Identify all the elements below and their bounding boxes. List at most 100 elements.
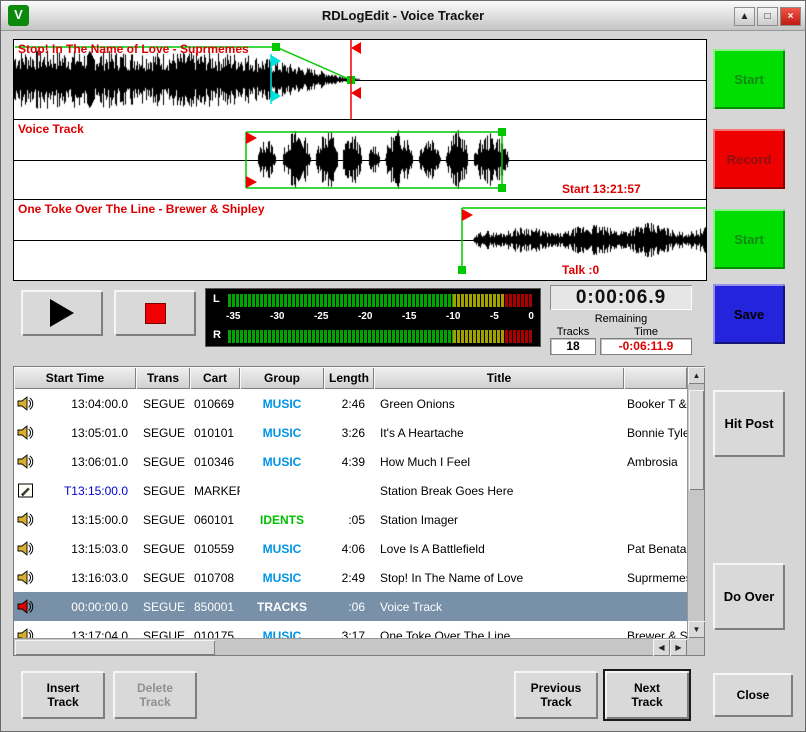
cell-start-time: 13:06:01.0 <box>14 453 136 470</box>
log-table-header: Start Time Trans Cart Group Length Title <box>14 367 687 389</box>
shade-window-icon[interactable]: ▲ <box>734 7 755 26</box>
play-button[interactable] <box>21 290 103 336</box>
insert-track-button[interactable]: Insert Track <box>21 671 105 719</box>
header-group[interactable]: Group <box>240 367 324 389</box>
cell-trans: SEGUE <box>136 571 190 585</box>
header-cart[interactable]: Cart <box>190 367 240 389</box>
scroll-left-icon[interactable]: ◀ <box>653 639 670 656</box>
meter-scale-label: -20 <box>358 311 372 322</box>
time-remaining-value: -0:06:11.9 <box>600 338 692 355</box>
vertical-scroll-thumb[interactable] <box>689 390 704 490</box>
meter-left-label: L <box>213 293 220 305</box>
cell-length: 3:26 <box>324 426 374 440</box>
cell-cart: 010101 <box>190 426 240 440</box>
track-panel-voice[interactable]: Voice Track Start 13:21:57 <box>14 120 706 200</box>
cell-length: :05 <box>324 513 374 527</box>
cell-trans: SEGUE <box>136 484 190 498</box>
header-trans[interactable]: Trans <box>136 367 190 389</box>
previous-track-button[interactable]: Previous Track <box>514 671 598 719</box>
marker-icon <box>17 482 34 499</box>
cell-artist: Booker T & <box>624 397 687 411</box>
cell-group: MUSIC <box>240 571 324 585</box>
save-button[interactable]: Save <box>713 284 785 344</box>
remaining-label: Remaining <box>550 313 692 325</box>
do-over-button[interactable]: Do Over <box>713 563 785 630</box>
log-table: Start Time Trans Cart Group Length Title… <box>13 366 705 656</box>
speaker-icon <box>17 569 34 586</box>
table-row[interactable]: 13:04:00.0SEGUE010669MUSIC2:46Green Onio… <box>14 389 687 418</box>
tracks-remaining-value: 18 <box>550 338 596 355</box>
scroll-up-icon[interactable]: ▲ <box>688 367 705 384</box>
cell-cart: 010669 <box>190 397 240 411</box>
cell-artist: Suprmemes <box>624 571 687 585</box>
cell-cart: 060101 <box>190 513 240 527</box>
speaker-icon <box>17 540 34 557</box>
speaker-icon <box>17 511 34 528</box>
cell-title: How Much I Feel <box>374 455 624 469</box>
meter-scale-label: -25 <box>314 311 328 322</box>
header-artist[interactable] <box>624 367 687 389</box>
cell-group: MUSIC <box>240 542 324 556</box>
stop-icon <box>145 303 166 324</box>
cell-trans: SEGUE <box>136 397 190 411</box>
start-incoming-button[interactable]: Start <box>713 209 785 269</box>
titlebar: V RDLogEdit - Voice Tracker ▲ □ × <box>1 1 805 31</box>
table-row[interactable]: T13:15:00.0SEGUEMARKERStation Break Goes… <box>14 476 687 505</box>
cell-start-time: 13:05:01.0 <box>14 424 136 441</box>
scroll-down-icon[interactable]: ▼ <box>688 621 705 638</box>
scrollbar-corner <box>687 638 704 655</box>
table-row[interactable]: 13:06:01.0SEGUE010346MUSIC4:39How Much I… <box>14 447 687 476</box>
meter-scale-label: -35 <box>226 311 240 322</box>
cell-start-time: 13:04:00.0 <box>14 395 136 412</box>
horizontal-scroll-thumb[interactable] <box>15 640 215 655</box>
cell-title: Green Onions <box>374 397 624 411</box>
cell-group: MUSIC <box>240 426 324 440</box>
cell-length: 4:06 <box>324 542 374 556</box>
cell-cart: 010559 <box>190 542 240 556</box>
next-track-button[interactable]: Next Track <box>605 671 689 719</box>
cell-group: MUSIC <box>240 397 324 411</box>
track-panel-outgoing[interactable]: Stop! In The Name of Love - Suprmemes <box>14 40 706 120</box>
table-row[interactable]: 00:00:00.0SEGUE850001TRACKS:06Voice Trac… <box>14 592 687 621</box>
start-outgoing-button[interactable]: Start <box>713 49 785 109</box>
elapsed-time-display: 0:00:06.9 <box>550 285 692 310</box>
vertical-scrollbar[interactable]: ▲ ▼ <box>687 367 704 638</box>
stop-button[interactable] <box>114 290 196 336</box>
cell-group: TRACKS <box>240 600 324 614</box>
track-panel-incoming[interactable]: One Toke Over The Line - Brewer & Shiple… <box>14 200 706 280</box>
meter-scale: -35-30-25-20-15-10-50 <box>226 311 534 322</box>
talk-time-note: Talk :0 <box>562 263 599 277</box>
table-row[interactable]: 13:05:01.0SEGUE010101MUSIC3:26It's A Hea… <box>14 418 687 447</box>
close-window-icon[interactable]: × <box>780 7 801 26</box>
header-title[interactable]: Title <box>374 367 624 389</box>
cell-artist: Pat Benatar <box>624 542 687 556</box>
header-length[interactable]: Length <box>324 367 374 389</box>
meter-bar-left <box>228 294 532 307</box>
voice-tracker-window: V RDLogEdit - Voice Tracker ▲ □ × Stop! … <box>0 0 806 732</box>
cell-length: 2:49 <box>324 571 374 585</box>
delete-track-button[interactable]: Delete Track <box>113 671 197 719</box>
speaker-icon <box>17 453 34 470</box>
meter-scale-label: -10 <box>446 311 460 322</box>
header-start-time[interactable]: Start Time <box>14 367 136 389</box>
scroll-right-icon[interactable]: ▶ <box>670 639 687 656</box>
table-row[interactable]: 13:15:03.0SEGUE010559MUSIC4:06Love Is A … <box>14 534 687 563</box>
meter-bar-right <box>228 330 532 343</box>
cell-title: It's A Heartache <box>374 426 624 440</box>
cell-cart: MARKER <box>190 484 240 498</box>
hit-post-button[interactable]: Hit Post <box>713 390 785 457</box>
time-remaining-label: Time <box>600 326 692 338</box>
record-button[interactable]: Record <box>713 129 785 189</box>
meter-scale-label: -5 <box>490 311 499 322</box>
cell-start-time: T13:15:00.0 <box>14 482 136 499</box>
table-row[interactable]: 13:15:00.0SEGUE060101IDENTS:05Station Im… <box>14 505 687 534</box>
horizontal-scrollbar[interactable]: ◀ ▶ <box>14 638 687 655</box>
cell-artist: Ambrosia <box>624 455 687 469</box>
play-icon <box>50 299 74 327</box>
cell-trans: SEGUE <box>136 542 190 556</box>
meter-scale-label: 0 <box>528 311 534 322</box>
table-row[interactable]: 13:16:03.0SEGUE010708MUSIC2:49Stop! In T… <box>14 563 687 592</box>
close-button[interactable]: Close <box>713 673 793 717</box>
maximize-window-icon[interactable]: □ <box>757 7 778 26</box>
cell-title: Love Is A Battlefield <box>374 542 624 556</box>
